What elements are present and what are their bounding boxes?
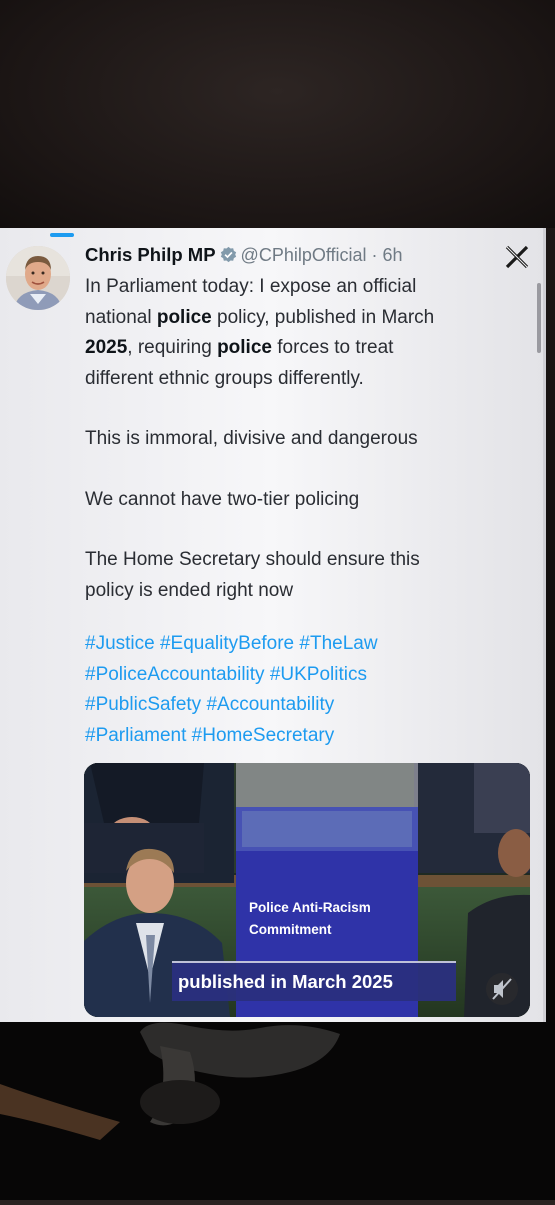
- media-caption: published in March 2025: [178, 971, 393, 992]
- tweet-line-blank: [85, 455, 525, 485]
- tweet-text-segment: We cannot have two-tier policing: [85, 488, 360, 510]
- doc-title-line1: Police Anti-Racism: [249, 900, 371, 915]
- doc-title: Police Anti-Racism Commitment: [249, 897, 371, 941]
- tweet-text-segment: different ethnic groups differently.: [85, 367, 364, 389]
- tweet-text-segment: policy, published in March: [211, 306, 435, 328]
- tweet-line: We cannot have two-tier policing: [85, 485, 525, 516]
- tweet-text-segment: policy is ended right now: [85, 579, 294, 601]
- hashtag-line[interactable]: #Parliament #HomeSecretary: [85, 721, 525, 752]
- tweet-text-segment: , requiring: [127, 337, 218, 358]
- tweet-line: national police policy, published in Mar…: [85, 303, 525, 334]
- avatar-image: [6, 246, 70, 310]
- close-icon[interactable]: [502, 242, 532, 272]
- hashtag-line[interactable]: #Justice #EqualityBefore #TheLaw: [85, 629, 525, 660]
- background-bottom: [0, 1022, 555, 1200]
- tweet-text: In Parliament today: I expose an officia…: [85, 272, 525, 606]
- tweet-line: In Parliament today: I expose an officia…: [85, 272, 525, 303]
- tweet-media[interactable]: Police Anti-Racism Commitment published …: [84, 763, 530, 1017]
- tweet-line-blank: [85, 394, 525, 424]
- mute-icon[interactable]: [486, 973, 518, 1005]
- background-top: [0, 0, 555, 228]
- tweet-line: policy is ended right now: [85, 576, 525, 607]
- tweet-text-segment: This is immoral, divisive and dangerous: [85, 428, 418, 449]
- tweet-line: The Home Secretary should ensure this: [85, 545, 525, 576]
- hashtags: #Justice #EqualityBefore #TheLaw #PoliceA…: [85, 629, 525, 751]
- scrollbar[interactable]: [537, 283, 541, 353]
- author-name[interactable]: Chris Philp MP: [85, 244, 216, 265]
- tweet-text-segment: forces to treat: [271, 337, 394, 358]
- avatar[interactable]: [6, 246, 70, 310]
- tab-indicator: [50, 233, 74, 237]
- handle-time: @CPhilpOfficial · 6h: [240, 245, 403, 265]
- tweet-bold-text: police: [156, 306, 212, 328]
- tweet-bold-text: 2025: [85, 337, 128, 358]
- tweet-text-segment: national: [85, 306, 157, 328]
- tweet-text-segment: The Home Secretary should ensure this: [85, 549, 420, 570]
- hashtag-line[interactable]: #PublicSafety #Accountability: [85, 690, 525, 721]
- tweet-line-blank: [85, 515, 525, 545]
- tweet-header: Chris Philp MP @CPhilpOfficial · 6h: [85, 244, 485, 274]
- tweet-line: This is immoral, divisive and dangerous: [85, 424, 525, 455]
- tweet-text-segment: In Parliament today: I expose an officia…: [85, 276, 417, 297]
- tweet-card: Chris Philp MP @CPhilpOfficial · 6h In Pa…: [0, 228, 546, 1022]
- tweet-line: different ethnic groups differently.: [85, 364, 525, 395]
- hashtag-line[interactable]: #PoliceAccountability #UKPolitics: [85, 660, 525, 691]
- verified-badge-icon: [220, 246, 237, 268]
- tweet-bold-text: police: [217, 337, 272, 358]
- tweet-line: 2025, requiring police forces to treat: [85, 333, 525, 364]
- doc-title-line2: Commitment: [249, 922, 332, 937]
